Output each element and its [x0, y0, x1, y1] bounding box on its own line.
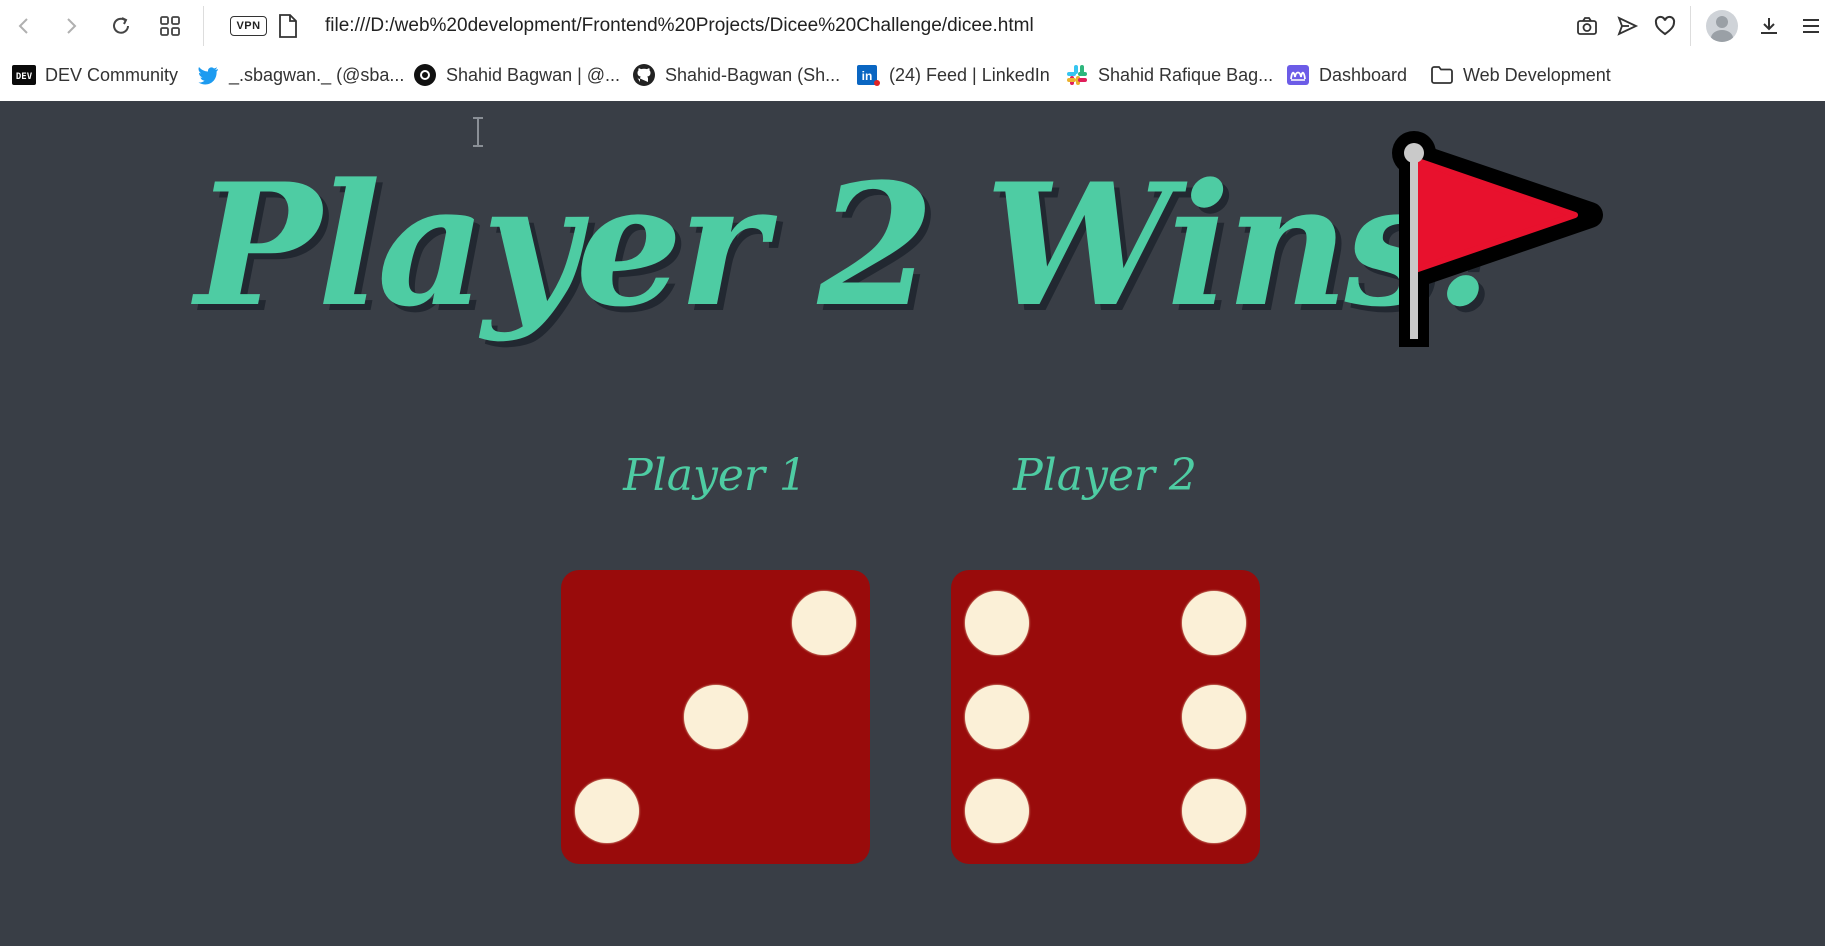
bookmark-label: (24) Feed | LinkedIn [889, 64, 1050, 85]
player-2-label: Player 2 [1013, 450, 1197, 501]
die-pip [1181, 685, 1246, 749]
player-1-die [561, 570, 870, 864]
reload-icon[interactable] [107, 12, 135, 40]
bookmark-label: Shahid Rafique Bag... [1098, 64, 1274, 85]
bookmark-twitter[interactable]: _.sbagwan._ (@sba... [196, 60, 404, 90]
die-pip [965, 779, 1030, 844]
player-2-die [951, 570, 1260, 864]
die-pip [683, 685, 748, 749]
die-pip [965, 685, 1030, 749]
dashboard-icon [1286, 63, 1310, 87]
bookmark-folder-web-development[interactable]: Web Development [1430, 60, 1611, 90]
folder-icon [1430, 63, 1454, 87]
github-icon [632, 63, 656, 87]
die-pip [965, 590, 1030, 655]
player-1-label: Player 1 [623, 450, 807, 501]
svg-text:in: in [862, 69, 873, 83]
bookmark-label: Shahid-Bagwan (Sh... [665, 64, 841, 85]
speed-dial-icon[interactable] [156, 12, 184, 40]
die-pip [1181, 590, 1246, 655]
die-pip [575, 779, 640, 844]
back-icon[interactable] [10, 12, 38, 40]
bookmark-linkedin[interactable]: in (24) Feed | LinkedIn [856, 60, 1050, 90]
game-title: Player 2 Wins! [195, 146, 1509, 344]
forward-icon[interactable] [57, 12, 85, 40]
slack-icon [1065, 63, 1089, 87]
heart-icon[interactable] [1651, 12, 1679, 40]
linkedin-icon: in [856, 63, 880, 87]
avatar[interactable] [1706, 10, 1738, 42]
bookmark-hashnode[interactable]: Shahid Bagwan | @... [413, 60, 620, 90]
red-flag-icon [1392, 131, 1603, 347]
download-icon[interactable] [1755, 12, 1783, 40]
die-pip [791, 590, 856, 655]
svg-text:DEV: DEV [16, 72, 33, 82]
vpn-icon[interactable]: VPN [230, 16, 267, 36]
hashnode-icon [413, 63, 437, 87]
bookmark-github[interactable]: Shahid-Bagwan (Sh... [632, 60, 840, 90]
bookmark-label: Dashboard [1319, 64, 1408, 85]
page-info-icon[interactable] [277, 13, 299, 39]
bookmark-label: _.sbagwan._ (@sba... [229, 64, 405, 85]
twitter-icon [196, 63, 220, 87]
bookmark-slack[interactable]: Shahid Rafique Bag... [1065, 60, 1273, 90]
menu-icon[interactable] [1797, 12, 1825, 40]
browser-toolbar: VPN file:///D:/web%20development/Fronten… [0, 0, 1825, 52]
toolbar-separator [203, 6, 204, 46]
camera-icon[interactable] [1573, 12, 1601, 40]
die-pip [1181, 779, 1246, 844]
toolbar-separator [1690, 6, 1691, 46]
bookmark-label: DEV Community [45, 64, 179, 85]
send-icon[interactable] [1613, 12, 1641, 40]
bookmark-dev-community[interactable]: DEV DEV Community [12, 60, 178, 90]
dev-icon: DEV [12, 63, 36, 87]
bookmark-dashboard[interactable]: Dashboard [1286, 60, 1407, 90]
bookmark-label: Web Development [1463, 64, 1611, 85]
address-bar[interactable]: file:///D:/web%20development/Frontend%20… [325, 12, 1525, 40]
bookmark-label: Shahid Bagwan | @... [446, 64, 621, 85]
